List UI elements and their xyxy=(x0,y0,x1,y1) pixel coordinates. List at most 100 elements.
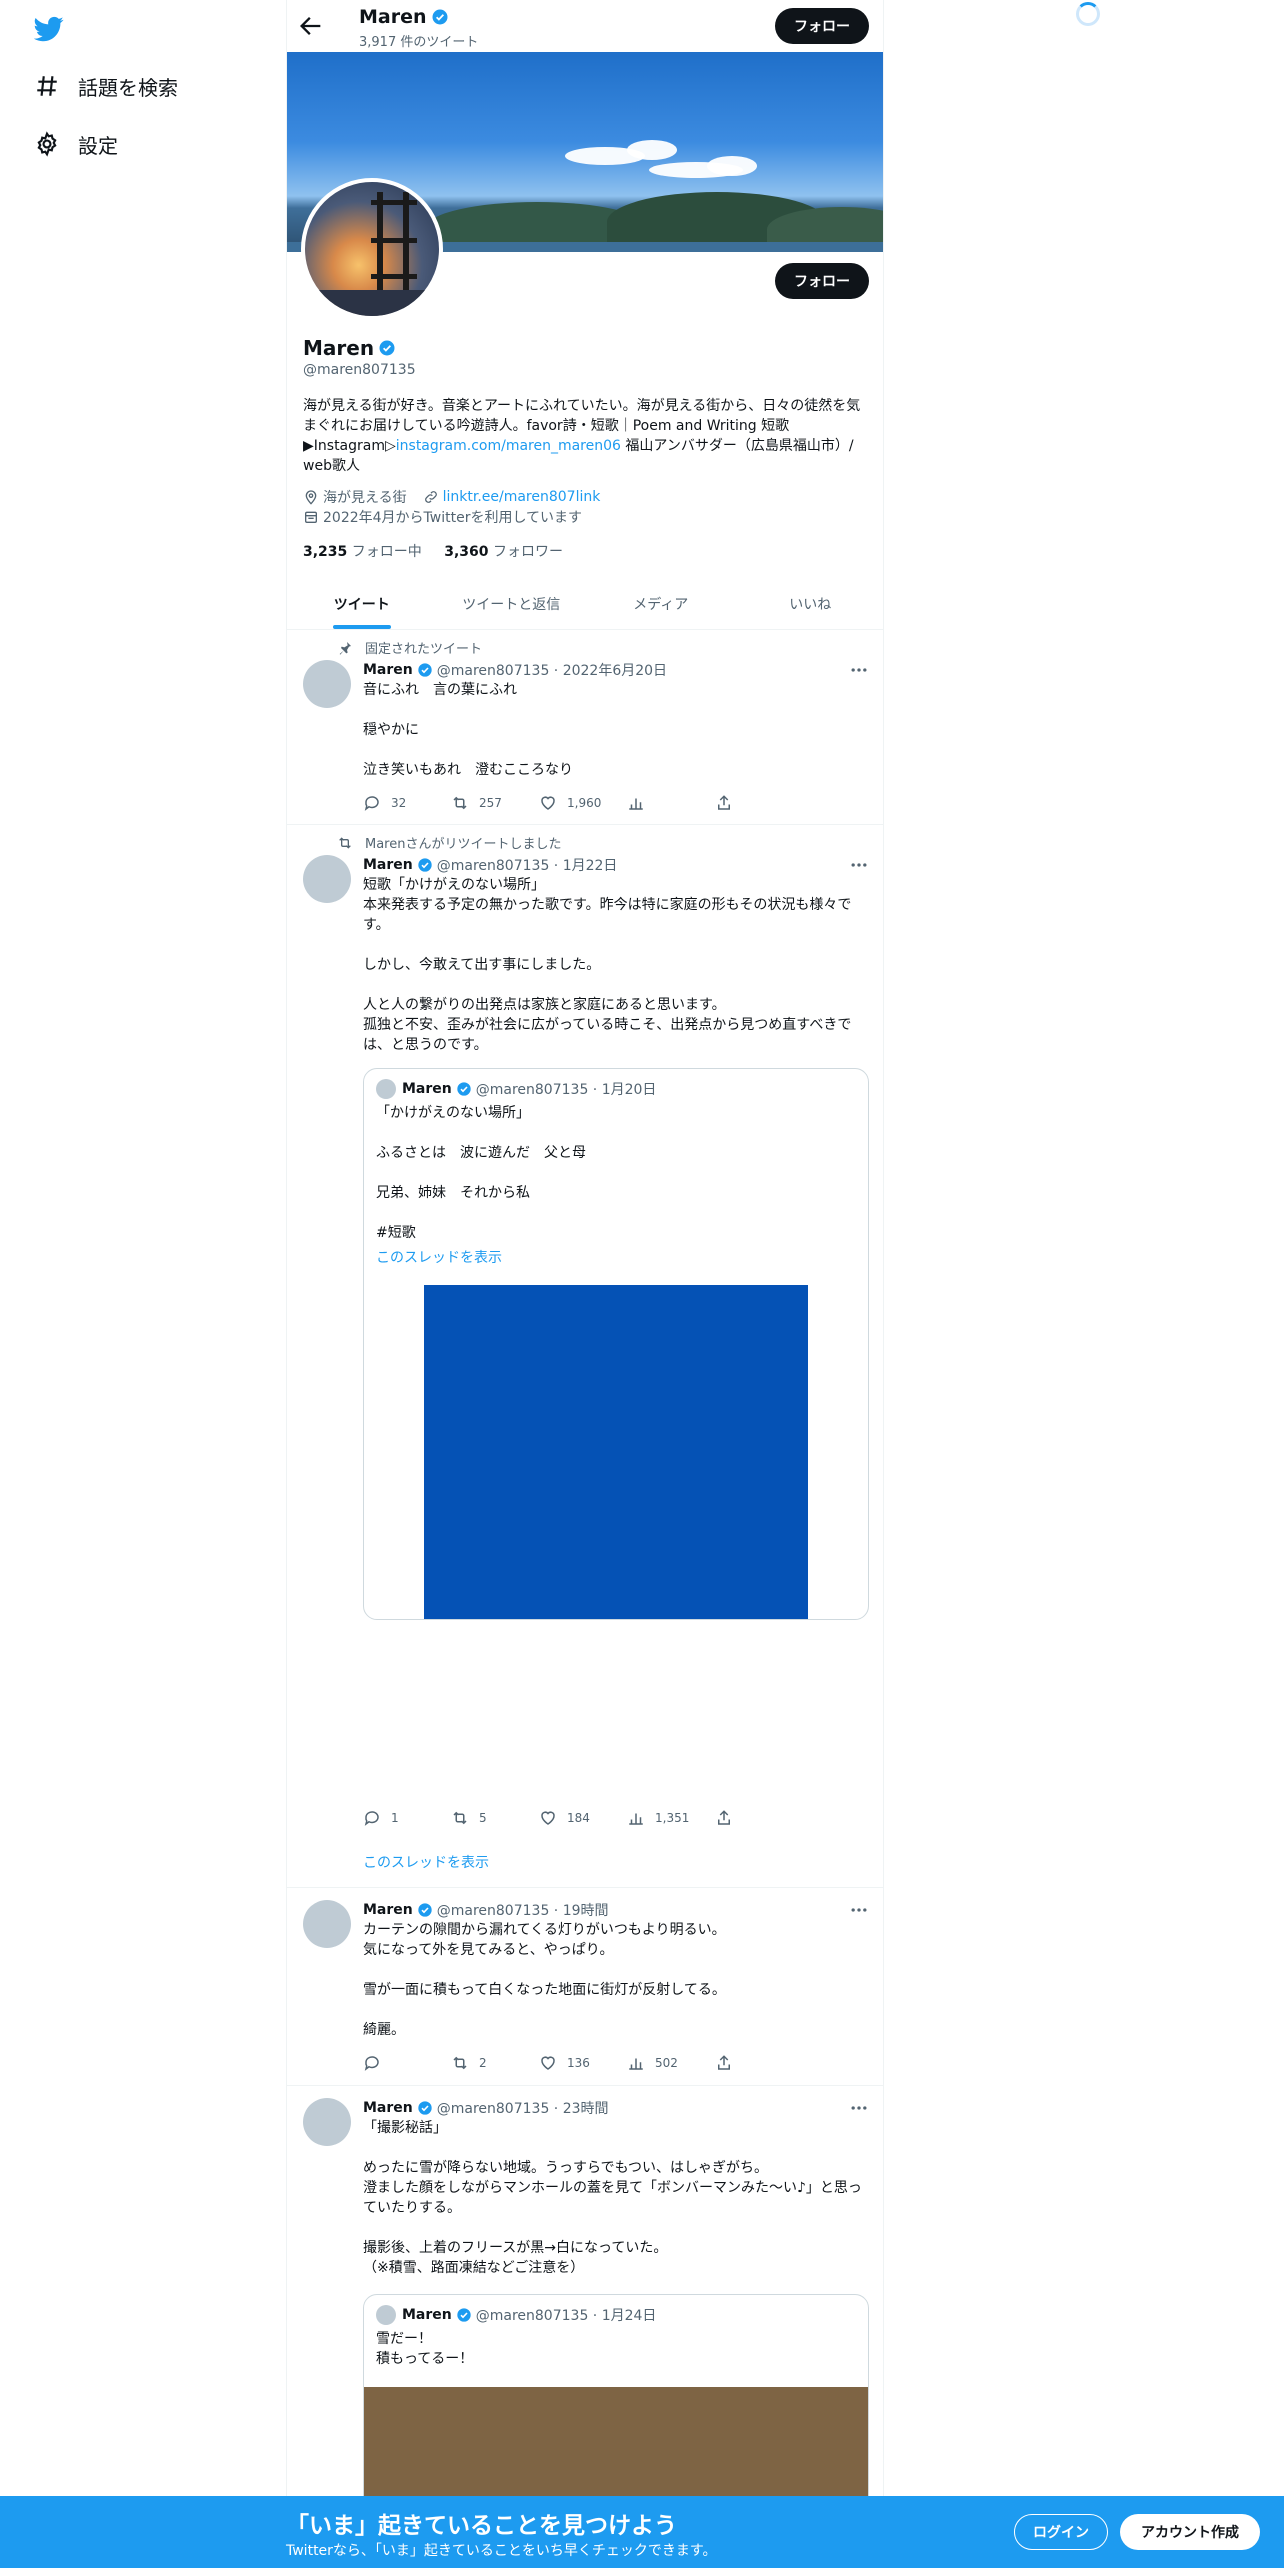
login-button[interactable]: ログイン xyxy=(1014,2514,1108,2550)
tab-likes[interactable]: いいね xyxy=(736,578,884,629)
follow-stats: 3,235 フォロー中 3,360 フォロワー xyxy=(303,541,563,561)
profile-avatar[interactable] xyxy=(301,178,443,320)
hashtag-icon xyxy=(37,76,57,96)
views-button[interactable] xyxy=(627,793,715,813)
follow-button-top[interactable]: フォロー xyxy=(775,8,869,44)
verified-badge-icon xyxy=(418,2101,432,2115)
profile-tabs: ツイート ツイートと返信 メディア いいね xyxy=(287,578,884,630)
like-count: 136 xyxy=(567,2056,590,2070)
tweet-pinned[interactable]: 固定されたツイート Maren @maren807135 · 2022年6月20… xyxy=(287,630,883,825)
reply-count: 1 xyxy=(391,1811,399,1825)
views-button[interactable]: 502 xyxy=(627,2053,715,2073)
more-options-icon[interactable] xyxy=(849,660,869,680)
tweet-meta[interactable]: @maren807135 · 23時間 xyxy=(437,2098,609,2118)
tweet-meta[interactable]: @maren807135 · 19時間 xyxy=(437,1900,609,1920)
tab-tweets[interactable]: ツイート xyxy=(287,578,437,629)
profile-joined: 2022年4月からTwitterを利用しています xyxy=(303,507,582,527)
tweet-meta[interactable]: @maren807135 · 1月22日 xyxy=(437,855,618,875)
nav-item-settings[interactable]: 設定 xyxy=(34,124,118,164)
reply-button[interactable]: 32 xyxy=(363,793,451,813)
followers-count: 3,360 xyxy=(444,544,489,560)
calendar-icon xyxy=(305,511,317,523)
gear-icon xyxy=(37,131,57,157)
retweet-button[interactable]: 5 xyxy=(451,1808,539,1828)
tweet-author-name[interactable]: Maren xyxy=(363,1902,413,1918)
tweet-avatar[interactable] xyxy=(303,855,351,903)
twitter-bird-icon[interactable] xyxy=(34,14,64,44)
quoted-meta: @maren807135 · 1月20日 xyxy=(475,1082,657,1098)
nav-item-label: 設定 xyxy=(78,133,118,158)
retweet-count: 2 xyxy=(479,2056,487,2070)
verified-badge-icon xyxy=(457,1082,471,1096)
share-button[interactable] xyxy=(715,1808,803,1828)
tweet-avatar[interactable] xyxy=(303,660,351,708)
share-icon xyxy=(718,2055,730,2070)
verified-badge-icon xyxy=(418,858,432,872)
followers-stat[interactable]: 3,360 フォロワー xyxy=(444,544,563,560)
nav-item-label: 話題を検索 xyxy=(78,75,178,100)
show-thread-link[interactable]: このスレッドを表示 xyxy=(363,1852,489,1872)
tweet-item[interactable]: Maren @maren807135 · 19時間 カーテンの隙間から漏れてくる… xyxy=(287,1888,883,2086)
like-button[interactable]: 184 xyxy=(539,1808,627,1828)
view-count: 502 xyxy=(655,2056,678,2070)
nav-item-explore[interactable]: 話題を検索 xyxy=(34,66,178,106)
quoted-tweet[interactable]: Maren @maren807135 · 1月20日 「かけがえのない場所」 ふ… xyxy=(363,1068,869,1620)
profile-meta: 海が見える街 linktr.ee/maren807link xyxy=(303,487,600,507)
analytics-icon xyxy=(629,2058,643,2070)
tweet-author-name[interactable]: Maren xyxy=(363,2100,413,2116)
tab-tweets-replies[interactable]: ツイートと返信 xyxy=(437,578,587,629)
tweet-header: Maren @maren807135 · 19時間 xyxy=(363,1900,609,1920)
retweet-button[interactable]: 2 xyxy=(451,2053,539,2073)
tweet-author-name[interactable]: Maren xyxy=(363,662,413,678)
tweet-avatar[interactable] xyxy=(303,1900,351,1948)
tweet-header: Maren @maren807135 · 1月22日 xyxy=(363,855,617,875)
tweet-author-name[interactable]: Maren xyxy=(363,857,413,873)
retweet-button[interactable]: 257 xyxy=(451,793,539,813)
quoted-text: 雪だー！ 積もってるー！ xyxy=(376,2331,474,2367)
views-button[interactable]: 1,351 xyxy=(627,1808,715,1828)
quoted-author-name: Maren xyxy=(402,2307,452,2323)
tweet-text: 音にふれ 言の葉にふれ 穏やかに 泣き笑いもあれ 澄むこころなり xyxy=(363,682,573,778)
heart-icon xyxy=(541,1811,555,1825)
back-arrow-icon[interactable] xyxy=(297,12,325,40)
signup-button[interactable]: アカウント作成 xyxy=(1120,2514,1260,2550)
profile-column: Maren 3,917 件のツイート フォロー フォロー Maren @mare… xyxy=(286,0,884,2568)
followers-label: フォロワー xyxy=(492,544,563,560)
tweet-header: Maren @maren807135 · 2022年6月20日 xyxy=(363,660,667,680)
quoted-text: 「かけがえのない場所」 ふるさとは 波に遊んだ 父と母 兄弟、姉妹 それから私 … xyxy=(376,1105,586,1241)
like-button[interactable]: 136 xyxy=(539,2053,627,2073)
quoted-show-thread-link[interactable]: このスレッドを表示 xyxy=(376,1247,502,1267)
view-count: 1,351 xyxy=(655,1811,690,1825)
reply-icon xyxy=(364,2056,379,2071)
retweet-icon xyxy=(453,1811,467,1825)
share-button[interactable] xyxy=(715,2053,803,2073)
profile-header-bar: Maren 3,917 件のツイート フォロー xyxy=(287,0,883,52)
reply-icon xyxy=(364,796,379,811)
more-options-icon[interactable] xyxy=(849,855,869,875)
share-icon xyxy=(718,795,730,810)
following-stat[interactable]: 3,235 フォロー中 xyxy=(303,544,422,560)
share-button[interactable] xyxy=(715,793,803,813)
quoted-avatar xyxy=(376,2305,396,2325)
header-name: Maren xyxy=(359,6,449,28)
reply-button[interactable]: 1 xyxy=(363,1808,451,1828)
signup-banner: 「いま」起きていることを見つけよう Twitterなら、「いま」起きていることを… xyxy=(0,2496,1284,2568)
more-options-icon[interactable] xyxy=(849,2098,869,2118)
profile-handle: @maren807135 xyxy=(303,362,416,378)
profile-website-link[interactable]: linktr.ee/maren807link xyxy=(443,489,601,505)
tweet-avatar[interactable] xyxy=(303,2098,351,2146)
bio-instagram-link[interactable]: instagram.com/maren_maren06 xyxy=(396,438,621,454)
reply-button[interactable] xyxy=(363,2053,451,2073)
tweet-context: 固定されたツイート xyxy=(337,638,482,657)
reply-icon xyxy=(364,1811,379,1826)
verified-badge-icon xyxy=(457,2308,471,2322)
tweet-retweeted[interactable]: Marenさんがリツイートしました Maren @maren807135 · 1… xyxy=(287,825,883,1888)
follow-button[interactable]: フォロー xyxy=(775,263,869,299)
tab-media[interactable]: メディア xyxy=(586,578,736,629)
header-name-text: Maren xyxy=(359,6,427,28)
tweet-context-text: 固定されたツイート xyxy=(365,642,483,657)
like-button[interactable]: 1,960 xyxy=(539,793,627,813)
more-options-icon[interactable] xyxy=(849,1900,869,1920)
tweet-meta[interactable]: @maren807135 · 2022年6月20日 xyxy=(437,660,667,680)
quoted-image[interactable] xyxy=(424,1285,808,1619)
